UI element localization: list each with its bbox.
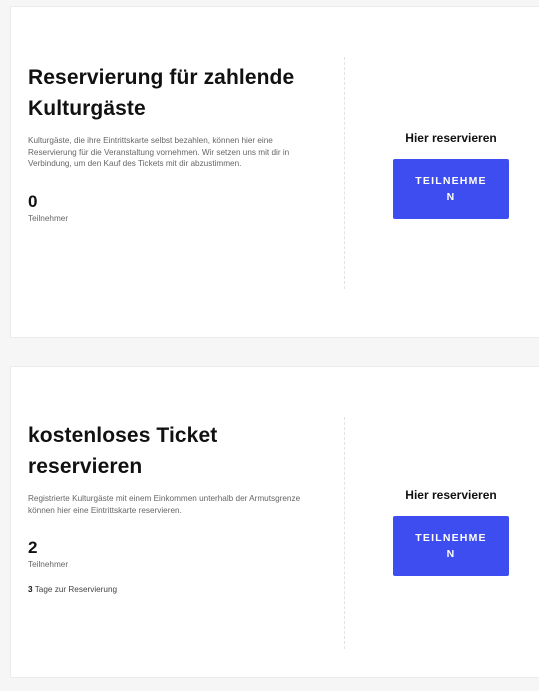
event-info: kostenloses Ticket reservieren Registrie… (28, 420, 328, 594)
reservation-days: 3 Tage zur Reservierung (28, 585, 328, 594)
participant-label: Teilnehmer (28, 213, 69, 223)
days-count: 3 (28, 585, 33, 594)
participant-count: 0 (28, 191, 38, 211)
join-button[interactable]: TEILNEHMEN (393, 516, 509, 576)
card-divider (344, 417, 345, 649)
event-card-free: kostenloses Ticket reservieren Registrie… (10, 366, 539, 678)
card-divider (344, 57, 345, 289)
reserve-panel: Hier reservieren TEILNEHMEN (381, 488, 521, 576)
participant-count: 2 (28, 538, 38, 557)
reserve-panel: Hier reservieren TEILNEHMEN (381, 131, 521, 219)
event-card-paid: Reservierung für zahlende Kulturgäste Ku… (10, 6, 539, 338)
join-button[interactable]: TEILNEHMEN (393, 159, 509, 219)
event-description: Registrierte Kulturgäste mit einem Einko… (28, 494, 301, 515)
event-info: Reservierung für zahlende Kulturgäste Ku… (28, 62, 328, 223)
participant-label: Teilnehmer (28, 560, 69, 569)
reserve-heading: Hier reservieren (405, 131, 497, 145)
event-description: Kulturgäste, die ihre Eintrittskarte sel… (28, 136, 290, 168)
event-title: kostenloses Ticket reservieren (28, 424, 218, 478)
days-label: Tage zur Reservierung (34, 585, 118, 594)
event-title: Reservierung für zahlende Kulturgäste (28, 66, 295, 120)
reserve-heading: Hier reservieren (405, 488, 497, 502)
